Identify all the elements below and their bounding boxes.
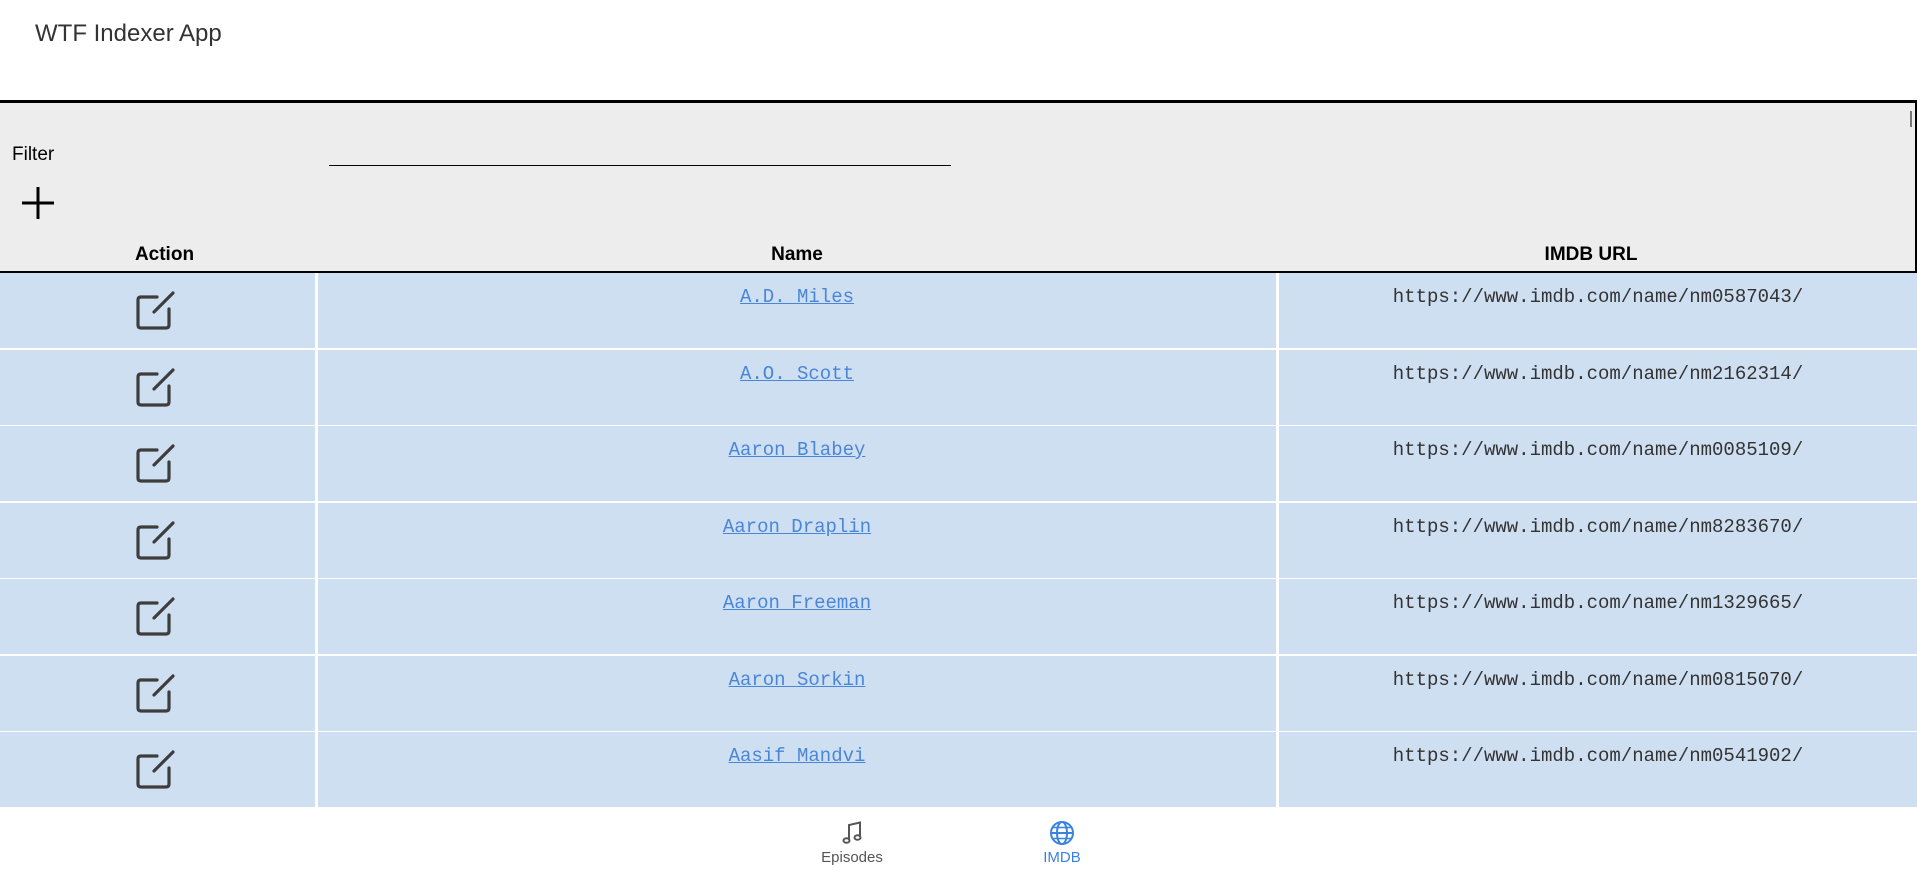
- table-row: A.D. Miles https://www.imdb.com/name/nm05…: [0, 273, 1917, 348]
- globe-icon: [1050, 821, 1074, 845]
- cell-name: Aaron Freeman: [318, 579, 1276, 654]
- edit-icon[interactable]: [133, 440, 179, 486]
- imdb-url-text: https://www.imdb.com/name/nm8283670/: [1392, 515, 1804, 538]
- edit-icon[interactable]: [133, 517, 179, 563]
- cell-imdb-url: https://www.imdb.com/name/nm0587043/: [1279, 273, 1917, 348]
- cell-imdb-url: https://www.imdb.com/name/nm0815070/: [1279, 655, 1917, 731]
- imdb-url-text: https://www.imdb.com/name/nm0085109/: [1392, 439, 1804, 461]
- panel-scrollbar[interactable]: [1910, 111, 1912, 127]
- edit-icon[interactable]: [133, 287, 179, 333]
- name-link[interactable]: Aasif Mandvi: [729, 745, 866, 767]
- cell-action: [0, 273, 315, 348]
- table-row: Aaron Blabey https://www.imdb.com/name/nm…: [0, 426, 1917, 501]
- nav-item-label: IMDB: [1043, 849, 1081, 866]
- table-row: Aaron Freeman https://www.imdb.com/name/n…: [0, 579, 1917, 654]
- name-link[interactable]: Aaron Blabey: [729, 439, 866, 461]
- imdb-url-text: https://www.imdb.com/name/nm0541902/: [1392, 745, 1804, 767]
- filter-label: Filter: [12, 144, 55, 165]
- cell-imdb-url: https://www.imdb.com/name/nm0541902/: [1279, 732, 1917, 807]
- cell-name: Aaron Sorkin: [318, 655, 1276, 731]
- table-row: Aasif Mandvi https://www.imdb.com/name/nm…: [0, 732, 1917, 807]
- cell-imdb-url: https://www.imdb.com/name/nm8283670/: [1279, 502, 1917, 578]
- cell-imdb-url: https://www.imdb.com/name/nm0085109/: [1279, 426, 1917, 501]
- bottom-nav: Episodes IMDB: [0, 809, 1917, 880]
- imdb-url-text: https://www.imdb.com/name/nm2162314/: [1392, 362, 1804, 385]
- cell-name: A.D. Miles: [318, 273, 1276, 348]
- app-title: WTF Indexer App: [35, 20, 222, 47]
- edit-icon[interactable]: [133, 364, 179, 410]
- cell-action: [0, 349, 315, 425]
- cell-imdb-url: https://www.imdb.com/name/nm1329665/: [1279, 579, 1917, 654]
- column-header-action: Action: [134, 244, 195, 265]
- table-row: Aaron Sorkin https://www.imdb.com/name/nm…: [0, 655, 1917, 731]
- nav-item-imdb[interactable]: IMDB: [1002, 819, 1122, 866]
- name-link[interactable]: A.D. Miles: [740, 286, 854, 308]
- cell-imdb-url: https://www.imdb.com/name/nm2162314/: [1279, 349, 1917, 425]
- add-button[interactable]: [18, 183, 58, 223]
- nav-item-episodes[interactable]: Episodes: [792, 819, 912, 866]
- nav-item-label: Episodes: [821, 849, 883, 866]
- edit-icon[interactable]: [133, 593, 179, 639]
- filter-panel: Filter Action Name IMDB URL: [0, 100, 1917, 273]
- column-header-imdb-url: IMDB URL: [1544, 244, 1638, 265]
- cell-name: Aaron Draplin: [318, 502, 1276, 578]
- name-link[interactable]: A.O. Scott: [740, 363, 854, 385]
- cell-action: [0, 732, 315, 807]
- cell-name: Aaron Blabey: [318, 426, 1276, 501]
- filter-input[interactable]: [329, 147, 951, 166]
- cell-action: [0, 655, 315, 731]
- cell-action: [0, 579, 315, 654]
- name-link[interactable]: Aaron Sorkin: [729, 669, 866, 691]
- plus-icon: [22, 187, 54, 219]
- edit-icon[interactable]: [133, 746, 179, 792]
- cell-action: [0, 426, 315, 501]
- imdb-url-text: https://www.imdb.com/name/nm1329665/: [1392, 592, 1804, 614]
- edit-icon[interactable]: [133, 670, 179, 716]
- table-row: Aaron Draplin https://www.imdb.com/name/n…: [0, 502, 1917, 578]
- music-note-icon: [842, 821, 862, 844]
- table-row: A.O. Scott https://www.imdb.com/name/nm21…: [0, 349, 1917, 425]
- column-header-name: Name: [771, 244, 823, 265]
- name-link[interactable]: Aaron Draplin: [723, 516, 871, 538]
- cell-name: Aasif Mandvi: [318, 732, 1276, 807]
- cell-name: A.O. Scott: [318, 349, 1276, 425]
- table-body: A.D. Miles https://www.imdb.com/name/nm05…: [0, 273, 1917, 809]
- cell-action: [0, 502, 315, 578]
- imdb-url-text: https://www.imdb.com/name/nm0587043/: [1392, 286, 1804, 308]
- name-link[interactable]: Aaron Freeman: [723, 592, 871, 614]
- imdb-url-text: https://www.imdb.com/name/nm0815070/: [1392, 668, 1804, 691]
